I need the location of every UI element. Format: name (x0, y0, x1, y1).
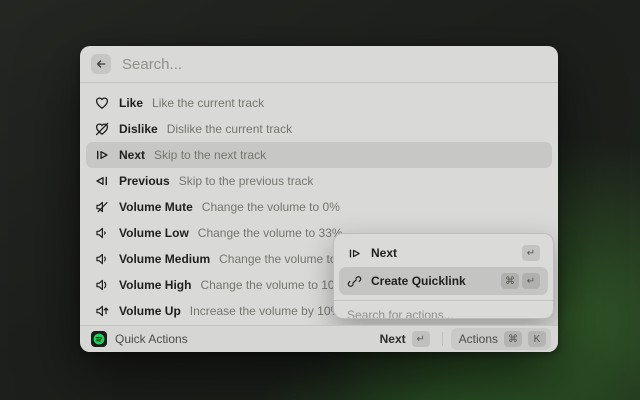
footer-app-label: Quick Actions (115, 332, 368, 346)
item-title: Volume Up (119, 304, 181, 318)
item-title: Volume Low (119, 226, 189, 240)
item-title: Volume Mute (119, 200, 193, 214)
item-subtitle: Skip to the next track (154, 148, 266, 162)
item-title: Volume High (119, 278, 191, 292)
item-subtitle: Like the current track (152, 96, 264, 110)
footer-actions-button[interactable]: Actions ⌘ K (451, 328, 551, 350)
back-arrow-icon (95, 58, 107, 70)
list-item-dislike[interactable]: Dislike Dislike the current track (86, 116, 552, 142)
item-subtitle: Skip to the previous track (179, 174, 314, 188)
divider (442, 332, 443, 346)
list-item-next[interactable]: Next Skip to the next track (86, 142, 552, 168)
list-item-previous[interactable]: Previous Skip to the previous track (86, 168, 552, 194)
heart-icon (94, 95, 110, 111)
volume-low-icon (94, 225, 110, 241)
skip-back-icon (94, 173, 110, 189)
item-title: Volume Medium (119, 252, 210, 266)
footer-bar: Quick Actions Next ↵ Actions ⌘ K (80, 325, 558, 352)
search-header (80, 46, 558, 83)
item-subtitle: Change the volume to 33% (198, 226, 343, 240)
spotify-icon (91, 331, 107, 347)
item-subtitle: Change the volume to 100% (200, 278, 351, 292)
link-icon (347, 274, 362, 289)
action-item-create-quicklink[interactable]: Create Quicklink ⌘ ↵ (339, 267, 548, 295)
action-label: Create Quicklink (371, 274, 492, 288)
actions-search-input[interactable] (334, 301, 553, 319)
return-key: ↵ (522, 273, 540, 289)
footer-actions-label: Actions (459, 332, 498, 346)
item-subtitle: Dislike the current track (167, 122, 292, 136)
action-label: Next (371, 246, 513, 260)
actions-panel: Next ↵ Create Quicklink ⌘ ↵ (333, 233, 554, 319)
skip-forward-icon (347, 246, 362, 261)
volume-high-icon (94, 277, 110, 293)
item-subtitle: Change the volume to 0% (202, 200, 340, 214)
search-input[interactable] (122, 56, 547, 73)
command-key: ⌘ (501, 273, 519, 289)
launcher-window: Like Like the current track Dislike Disl… (80, 46, 558, 352)
heart-slash-icon (94, 121, 110, 137)
item-title: Like (119, 96, 143, 110)
item-title: Dislike (119, 122, 158, 136)
item-title: Next (119, 148, 145, 162)
item-title: Previous (119, 174, 170, 188)
footer-next-label: Next (380, 332, 406, 346)
k-key: K (528, 331, 546, 347)
return-key: ↵ (522, 245, 540, 261)
list-item-volume-mute[interactable]: Volume Mute Change the volume to 0% (86, 194, 552, 220)
item-subtitle: Increase the volume by 10% (190, 304, 341, 318)
command-key: ⌘ (504, 331, 522, 347)
skip-forward-icon (94, 147, 110, 163)
volume-medium-icon (94, 251, 110, 267)
volume-up-icon (94, 303, 110, 319)
return-key: ↵ (412, 331, 430, 347)
back-button[interactable] (91, 54, 111, 74)
action-item-next[interactable]: Next ↵ (339, 239, 548, 267)
volume-mute-icon (94, 199, 110, 215)
footer-next-button[interactable]: Next ↵ (376, 329, 434, 349)
list-item-like[interactable]: Like Like the current track (86, 90, 552, 116)
